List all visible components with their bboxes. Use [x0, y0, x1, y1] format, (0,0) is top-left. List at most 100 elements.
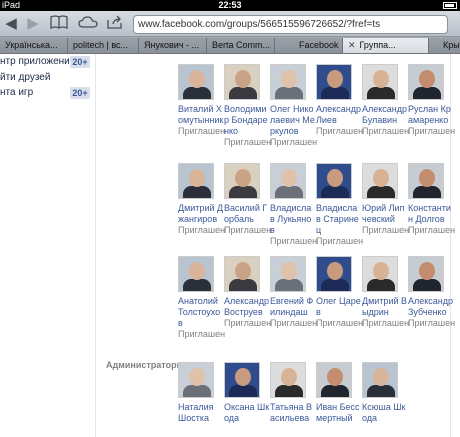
member-card[interactable]: Евгений Филиндаш Приглашен	[270, 256, 317, 329]
member-card[interactable]: Олег Царев Приглашен	[316, 256, 363, 329]
member-name[interactable]: Александр Зубченко	[408, 296, 454, 318]
tab-kry[interactable]: Кры	[429, 38, 460, 53]
profile-photo[interactable]	[224, 256, 260, 292]
member-name[interactable]: Александр Лиев	[316, 104, 362, 126]
profile-photo[interactable]	[270, 362, 306, 398]
profile-photo[interactable]	[270, 64, 306, 100]
member-card[interactable]: Василий Горбаль Приглашен	[224, 163, 271, 236]
bookmarks-icon[interactable]	[50, 15, 68, 33]
icloud-tabs-icon[interactable]	[78, 15, 98, 33]
photo-face	[373, 368, 389, 386]
profile-photo[interactable]	[178, 163, 214, 199]
profile-photo[interactable]	[224, 163, 260, 199]
member-card[interactable]: Александр Зубченко Приглашен	[408, 256, 455, 329]
member-name[interactable]: Дмитрий Выдрин	[362, 296, 408, 318]
member-card[interactable]: Володимир Бондаренко Приглашен	[224, 64, 272, 148]
member-name[interactable]: Олег Николаевич Меркулов	[270, 104, 316, 137]
profile-photo[interactable]	[362, 256, 398, 292]
photo-shoulders	[367, 279, 395, 291]
member-card[interactable]: Анатолий Толстоухов Приглашен	[178, 256, 225, 340]
member-name[interactable]: Александр Булавин	[362, 104, 408, 126]
sidebar-item-label: йти друзей	[0, 72, 51, 83]
photo-face	[281, 70, 297, 88]
member-name[interactable]: Олег Царев	[316, 296, 362, 318]
member-name[interactable]: Василий Горбаль	[224, 203, 270, 225]
profile-photo[interactable]	[316, 163, 352, 199]
sidebar-item-games-feed[interactable]: нта игр	[0, 87, 33, 99]
count-badge: 20+	[70, 56, 90, 68]
count-badge: 20+	[70, 87, 90, 99]
tab-ukrainska[interactable]: Українська...	[0, 38, 68, 53]
member-name[interactable]: Оксана Шкода	[224, 402, 270, 424]
admin-card[interactable]: Иван Бессмертный	[316, 362, 362, 424]
tab-group-active[interactable]: ✕ Группа...	[343, 38, 429, 53]
photo-shoulders	[183, 385, 211, 397]
profile-photo[interactable]	[362, 362, 398, 398]
member-name[interactable]: Наталия Шостка	[178, 402, 224, 424]
share-icon[interactable]	[106, 15, 124, 33]
member-name[interactable]: Татьяна Васильева	[270, 402, 316, 424]
member-card[interactable]: Владислав Лукьянов Приглашен	[270, 163, 317, 247]
member-name[interactable]: Володимир Бондаренко	[224, 104, 270, 137]
tab-yanukovych[interactable]: Янукович - ...	[139, 38, 207, 53]
photo-shoulders	[183, 279, 211, 291]
profile-photo[interactable]	[178, 256, 214, 292]
member-card[interactable]: Александр Лиев Приглашен	[316, 64, 363, 137]
profile-photo[interactable]	[408, 64, 444, 100]
admin-card[interactable]: Ксюша Шкода	[362, 362, 408, 424]
profile-photo[interactable]	[316, 64, 352, 100]
member-card[interactable]: Олег Николаевич Меркулов Приглашен	[270, 64, 317, 148]
member-card[interactable]: Дмитрий Выдрин Приглашен	[362, 256, 409, 329]
tab-facebook[interactable]: Facebook	[275, 38, 343, 53]
admin-card[interactable]: Оксана Шкода	[224, 362, 270, 424]
profile-photo[interactable]	[178, 64, 214, 100]
member-card[interactable]: Виталий Хомутынник Приглашен	[178, 64, 225, 137]
photo-face	[419, 70, 435, 88]
admin-card[interactable]: Татьяна Васильева	[270, 362, 316, 424]
member-name[interactable]: Константин Долгов	[408, 203, 454, 225]
member-name[interactable]: Виталий Хомутынник	[178, 104, 224, 126]
profile-photo[interactable]	[224, 64, 260, 100]
close-tab-icon[interactable]: ✕	[348, 40, 356, 50]
member-name[interactable]: Анатолий Толстоухов	[178, 296, 224, 329]
invited-label: Приглашен	[224, 137, 272, 147]
browser-toolbar: ◀ ▶ www.facebook.com/groups/566515596726…	[0, 11, 460, 37]
member-card[interactable]: Юрий Липчевский Приглашен	[362, 163, 409, 236]
member-card[interactable]: Александр Булавин Приглашен	[362, 64, 409, 137]
address-bar[interactable]: www.facebook.com/groups/566515596726652/…	[133, 15, 448, 34]
member-card[interactable]: Дмитрий Джангиров Приглашен	[178, 163, 225, 236]
profile-photo[interactable]	[270, 256, 306, 292]
profile-photo[interactable]	[316, 362, 352, 398]
tab-politech[interactable]: politech | вс...	[68, 38, 139, 53]
photo-face	[327, 262, 343, 280]
back-icon[interactable]: ◀	[4, 15, 18, 33]
profile-photo[interactable]	[362, 163, 398, 199]
profile-photo[interactable]	[270, 163, 306, 199]
profile-photo[interactable]	[362, 64, 398, 100]
member-card[interactable]: Владислав Старинец Приглашен	[316, 163, 363, 247]
sidebar-item-find-friends[interactable]: йти друзей	[0, 72, 50, 84]
profile-photo[interactable]	[408, 163, 444, 199]
photo-shoulders	[275, 186, 303, 198]
sidebar-item-apps-center[interactable]: нтр приложений	[0, 56, 75, 68]
member-name[interactable]: Иван Бессмертный	[316, 402, 362, 424]
member-name[interactable]: Ксюша Шкода	[362, 402, 408, 424]
member-card[interactable]: Александр Воструев Приглашен	[224, 256, 271, 329]
profile-photo[interactable]	[224, 362, 260, 398]
forward-icon[interactable]: ▶	[26, 15, 40, 33]
member-name[interactable]: Руслан Крамаренко	[408, 104, 454, 126]
member-card[interactable]: Константин Долгов Приглашен	[408, 163, 455, 236]
tab-berta[interactable]: Berta Comm...	[207, 38, 275, 53]
profile-photo[interactable]	[316, 256, 352, 292]
member-name[interactable]: Дмитрий Джангиров	[178, 203, 224, 225]
member-name[interactable]: Владислав Лукьянов	[270, 203, 316, 236]
member-name[interactable]: Александр Воструев	[224, 296, 270, 318]
profile-photo[interactable]	[178, 362, 214, 398]
member-card[interactable]: Руслан Крамаренко Приглашен	[408, 64, 455, 137]
profile-photo[interactable]	[408, 256, 444, 292]
admin-card[interactable]: Наталия Шостка	[178, 362, 224, 424]
member-name[interactable]: Евгений Филиндаш	[270, 296, 316, 318]
member-name[interactable]: Юрий Липчевский	[362, 203, 408, 225]
member-name[interactable]: Владислав Старинец	[316, 203, 362, 236]
clock: 22:53	[218, 0, 242, 10]
